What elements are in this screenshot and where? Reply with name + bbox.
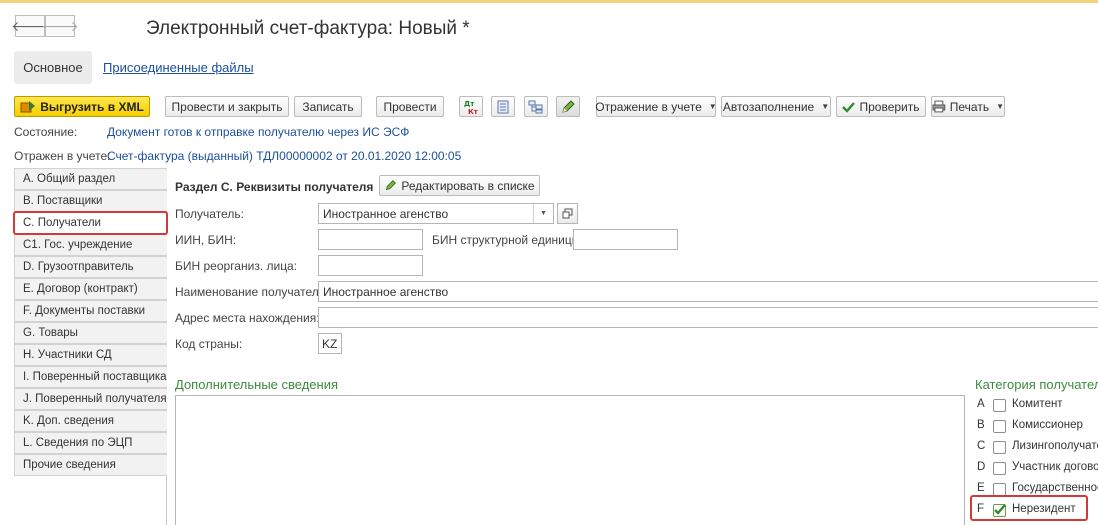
category-letter: B [977, 419, 985, 431]
section-title: Раздел С. Реквизиты получателя [175, 180, 374, 194]
category-checkbox[interactable] [993, 399, 1006, 412]
svg-text:Дт: Дт [464, 100, 475, 108]
category-letter: E [977, 482, 985, 494]
check-label: Проверить [859, 99, 920, 114]
list-icon [497, 100, 509, 113]
forward-button[interactable]: 🡒 [41, 15, 79, 37]
reflected-value[interactable]: Счет-фактура (выданный) ТДЛ00000002 от 2… [107, 149, 461, 163]
address-field[interactable] [318, 307, 1098, 328]
autofill-label: Автозаполнение [722, 99, 815, 114]
category-letter: A [977, 398, 985, 410]
pencil-icon [386, 180, 397, 191]
section-nav-item[interactable]: J. Поверенный получателя [14, 388, 167, 410]
svg-text:Кт: Кт [468, 108, 479, 115]
section-nav-item[interactable]: E. Договор (контракт) [14, 278, 167, 300]
recipient-dropdown-button[interactable]: ▼ [533, 204, 553, 223]
reflected-label: Отражен в учете: [14, 149, 111, 163]
category-label: Лизингополучатель [1012, 440, 1098, 452]
print-dropdown[interactable]: Печать ▼ [931, 96, 1005, 117]
app-window: 🡐 🡒 Электронный счет-фактура: Новый * Ос… [0, 0, 1098, 525]
category-checkbox[interactable] [993, 462, 1006, 475]
window-top-border [0, 0, 1098, 3]
autofill-dropdown[interactable]: Автозаполнение ▼ [721, 96, 831, 117]
category-checkbox[interactable] [993, 441, 1006, 454]
recipient-label: Получатель: [175, 207, 244, 221]
recipient-open-button[interactable] [557, 203, 578, 224]
arrow-right-icon: 🡒 [41, 17, 79, 34]
checkmark-icon [842, 101, 856, 113]
section-nav-item[interactable]: F. Документы поставки [14, 300, 167, 322]
recipient-field[interactable]: Иностранное агенство [318, 203, 554, 224]
state-label: Состояние: [14, 125, 78, 139]
section-nav-item[interactable]: K. Доп. сведения [14, 410, 167, 432]
bin-struct-field[interactable] [573, 229, 678, 250]
edit-in-list-button[interactable]: Редактировать в списке [379, 175, 540, 196]
open-window-icon [562, 208, 573, 219]
export-xml-button[interactable]: Выгрузить в XML [14, 96, 150, 117]
caret-down-icon: ▼ [708, 102, 717, 111]
caret-down-icon: ▼ [540, 210, 547, 217]
section-nav-item[interactable]: Прочие сведения [14, 454, 167, 476]
export-icon [20, 100, 36, 112]
bin-struct-label: БИН структурной единицы: [432, 233, 584, 247]
debit-credit-button[interactable]: Дт Кт [459, 96, 483, 117]
page-title: Электронный счет-фактура: Новый * [146, 18, 470, 39]
category-label: Участник договора [1012, 461, 1098, 473]
edit-in-list-label: Редактировать в списке [401, 178, 535, 193]
section-nav-item[interactable]: A. Общий раздел [14, 168, 167, 190]
post-and-close-button[interactable]: Провести и закрыть [165, 96, 289, 117]
category-label: Комиссионер [1012, 419, 1083, 431]
printer-icon [932, 100, 946, 113]
reflect-label: Отражение в учете [595, 99, 702, 114]
section-nav-item[interactable]: B. Поставщики [14, 190, 167, 212]
post-button[interactable]: Провести [376, 96, 444, 117]
recipient-name-field[interactable]: Иностранное агенство [318, 281, 1098, 302]
reflect-in-accounting-dropdown[interactable]: Отражение в учете ▼ [595, 96, 717, 117]
recipient-value: Иностранное агенство [323, 206, 449, 221]
state-value[interactable]: Документ готов к отправке получателю чер… [107, 125, 409, 139]
recipient-name-value: Иностранное агенство [323, 284, 449, 299]
section-nav-item[interactable]: I. Поверенный поставщика [14, 366, 167, 388]
check-button[interactable]: Проверить [836, 96, 926, 117]
bin-reorg-field[interactable] [318, 255, 423, 276]
iin-field[interactable] [318, 229, 423, 250]
export-xml-label: Выгрузить в XML [40, 99, 144, 114]
iin-label: ИИН, БИН: [175, 233, 237, 247]
save-button[interactable]: Записать [294, 96, 362, 117]
highlight-nonresident [970, 495, 1088, 521]
caret-down-icon: ▼ [996, 102, 1004, 111]
pencil-icon [562, 99, 575, 113]
address-label: Адрес места нахождения: [175, 311, 320, 325]
section-nav-item[interactable]: L. Сведения по ЭЦП [14, 432, 167, 454]
recipient-name-label: Наименование получателя: [175, 285, 329, 299]
tab-main[interactable]: Основное [14, 51, 92, 84]
section-nav-item[interactable]: D. Грузоотправитель [14, 256, 167, 278]
hierarchy-icon [528, 100, 543, 113]
section-nav-item[interactable]: C1. Гос. учреждение [14, 234, 167, 256]
debit-credit-icon: ДтКт [464, 100, 479, 115]
section-nav-item[interactable]: G. Товары [14, 322, 167, 344]
category-letter: C [977, 440, 986, 452]
list-view-button[interactable] [491, 96, 515, 117]
extra-info-textarea[interactable] [175, 395, 965, 525]
caret-down-icon: ▼ [821, 102, 830, 111]
country-code-value: KZ [322, 336, 338, 351]
category-checkbox[interactable] [993, 420, 1006, 433]
category-title: Категория получателя [975, 377, 1098, 392]
country-code-label: Код страны: [175, 337, 243, 351]
category-label: Комитент [1012, 398, 1063, 410]
section-nav-item[interactable]: H. Участники СД [14, 344, 167, 366]
category-label: Государственное [1012, 482, 1098, 494]
print-label: Печать [949, 99, 990, 114]
edit-mode-button[interactable] [556, 96, 580, 117]
bin-reorg-label: БИН реорганиз. лица: [175, 259, 298, 273]
category-letter: D [977, 461, 986, 473]
country-code-field[interactable]: KZ [318, 333, 342, 354]
highlight-recipients [13, 211, 168, 235]
structure-button[interactable] [524, 96, 548, 117]
tab-attached-files[interactable]: Присоединенные файлы [103, 60, 254, 75]
extra-info-title: Дополнительные сведения [175, 377, 339, 392]
